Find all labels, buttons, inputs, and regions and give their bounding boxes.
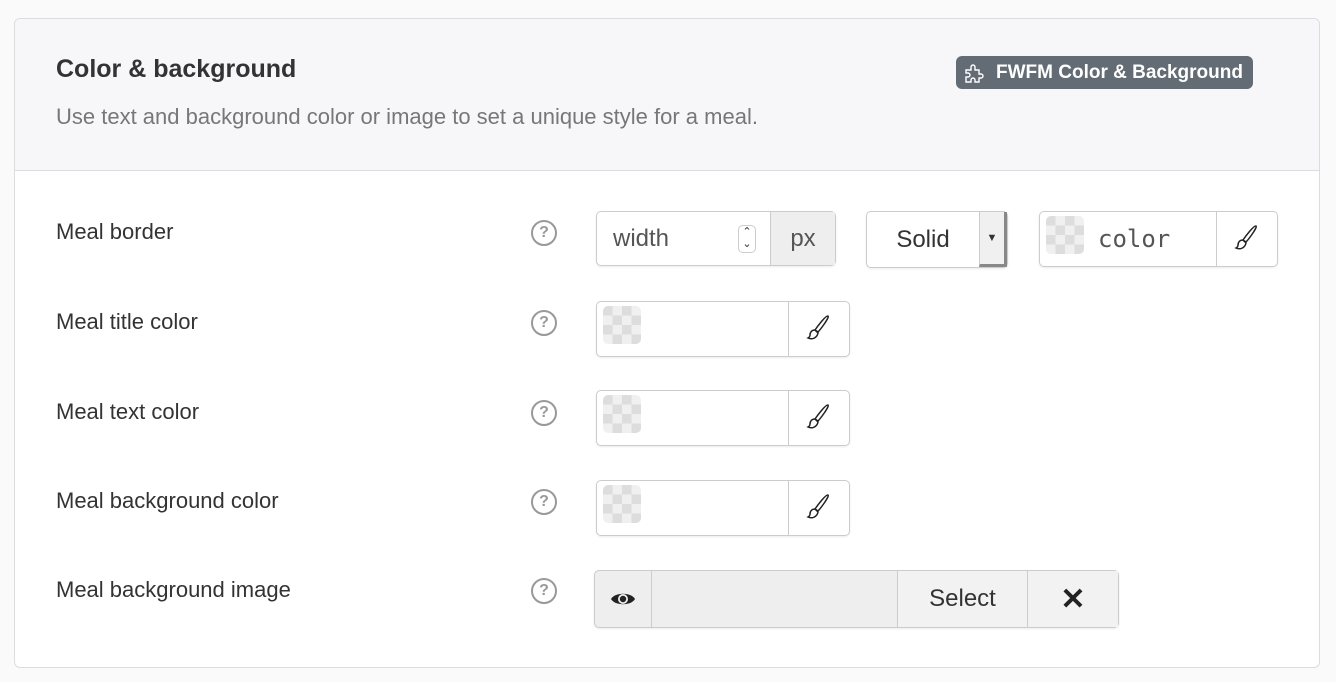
width-placeholder: width: [613, 224, 670, 252]
border-width-input[interactable]: width ⌃ ⌄: [597, 212, 770, 265]
transparent-swatch: [603, 395, 641, 433]
unit-label: px: [770, 212, 835, 265]
paintbrush-icon[interactable]: [1216, 212, 1277, 266]
transparent-swatch: [603, 306, 641, 344]
help-icon[interactable]: ?: [531, 578, 557, 604]
border-width-group: width ⌃ ⌄ px: [596, 211, 836, 266]
border-style-value: Solid: [896, 225, 950, 253]
background-image-group: Select ✕: [594, 570, 1119, 628]
meal-background-color-label: Meal background color: [56, 488, 279, 513]
transparent-swatch: [1046, 216, 1084, 254]
caret-down-icon[interactable]: ▼: [979, 212, 1007, 267]
background-color-picker[interactable]: [596, 480, 850, 536]
badge-label: FWFM Color & Background: [996, 61, 1243, 83]
meal-background-image-label: Meal background image: [56, 577, 291, 602]
paintbrush-icon[interactable]: [788, 481, 849, 535]
help-icon[interactable]: ?: [531, 489, 557, 515]
border-style-select[interactable]: Solid ▼: [866, 211, 1008, 268]
color-input[interactable]: color: [1090, 212, 1216, 266]
meal-border-label: Meal border: [56, 219, 174, 244]
meal-title-color-label: Meal title color: [56, 309, 198, 334]
transparent-swatch: [603, 485, 641, 523]
paintbrush-icon[interactable]: [788, 391, 849, 445]
spinner-icon[interactable]: ⌃ ⌄: [738, 224, 756, 253]
clear-image-button[interactable]: ✕: [1028, 571, 1118, 627]
text-color-picker[interactable]: [596, 390, 850, 446]
help-icon[interactable]: ?: [531, 400, 557, 426]
paintbrush-icon[interactable]: [788, 302, 849, 356]
panel-header: Color & background Use text and backgrou…: [15, 19, 1319, 171]
help-icon[interactable]: ?: [531, 220, 557, 246]
module-badge: FWFM Color & Background: [956, 56, 1253, 89]
color-background-panel: Color & background Use text and backgrou…: [14, 18, 1320, 668]
color-input[interactable]: [647, 391, 788, 445]
meal-text-color-label: Meal text color: [56, 399, 200, 424]
color-input[interactable]: [647, 302, 788, 356]
puzzle-icon: [965, 63, 984, 83]
border-color-picker[interactable]: color: [1039, 211, 1278, 267]
help-icon[interactable]: ?: [531, 310, 557, 336]
title-color-picker[interactable]: [596, 301, 850, 357]
panel-description: Use text and background color or image t…: [56, 104, 758, 129]
color-input[interactable]: [647, 481, 788, 535]
image-url-input[interactable]: [652, 571, 898, 627]
select-image-button[interactable]: Select: [898, 571, 1028, 627]
panel-title: Color & background: [56, 55, 297, 83]
eye-icon[interactable]: [595, 571, 652, 627]
